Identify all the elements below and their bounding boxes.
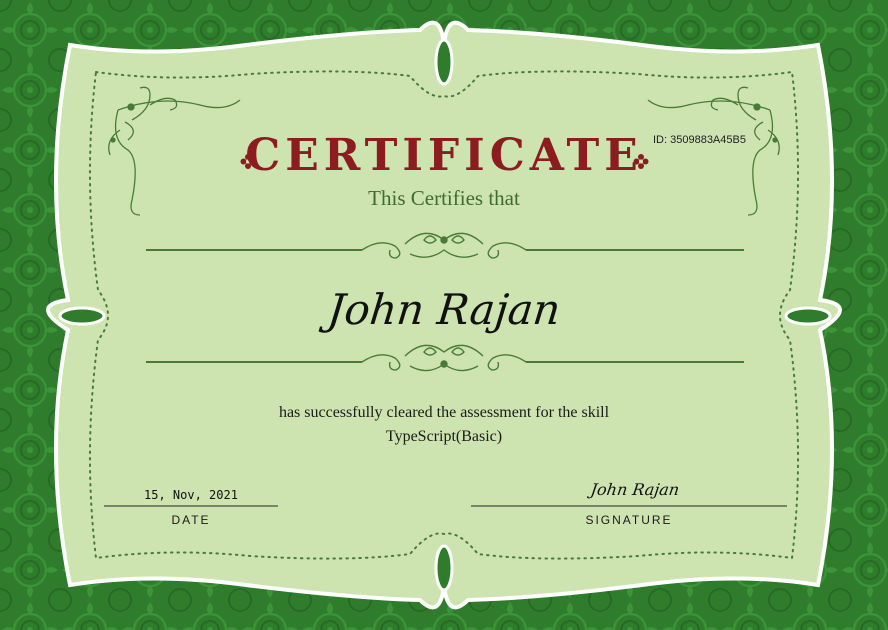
issue-date: 15, Nov, 2021 (144, 488, 238, 502)
achievement-statement: has successfully cleared the assessment … (278, 404, 610, 421)
certificate-title: CERTIFICATE (245, 130, 643, 181)
certificate-subtitle: This Certifies that (368, 186, 520, 210)
certificate-page: ID: 3509883A45B5 CERTIFICATE This Certif… (0, 0, 888, 630)
recipient-name: John Rajan (325, 285, 563, 334)
signature-label: SIGNATURE (585, 513, 673, 527)
date-label: DATE (171, 513, 211, 527)
signature: John Rajan (589, 480, 681, 499)
skill-name: TypeScript(Basic) (385, 428, 503, 445)
